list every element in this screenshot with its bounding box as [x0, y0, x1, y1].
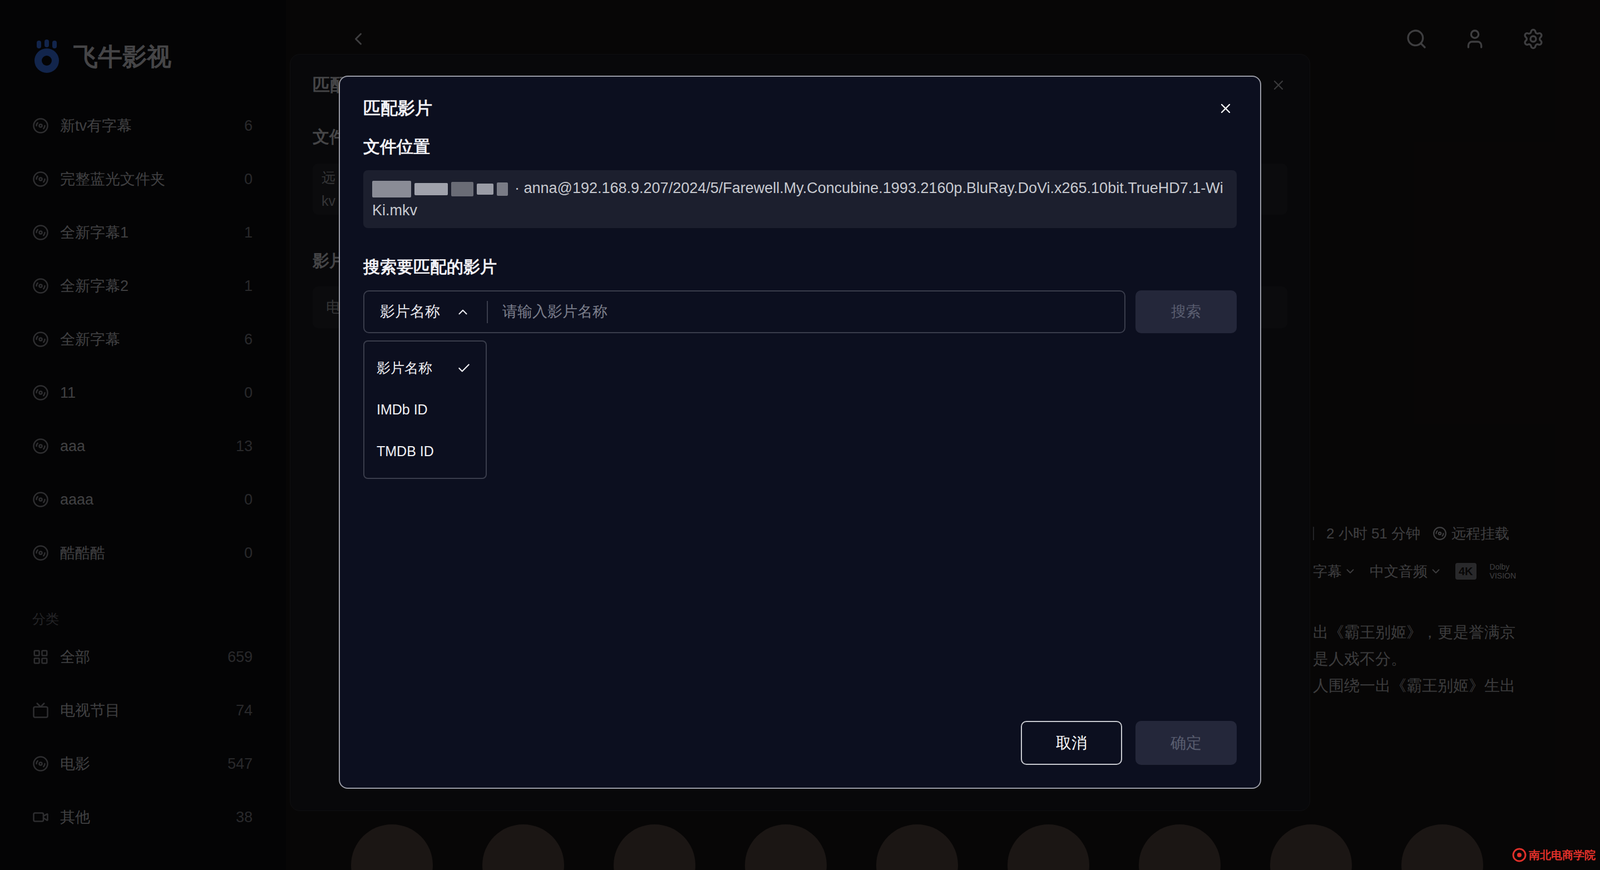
check-icon — [456, 361, 472, 376]
cancel-button[interactable]: 取消 — [1020, 721, 1123, 765]
confirm-button[interactable]: 确定 — [1135, 721, 1237, 765]
search-row: 影片名称请输入影片名称影片名称IMDb IDTMDB ID搜索 — [363, 290, 1237, 334]
app: 飞牛影视新tv有字幕6完整蓝光文件夹0全新字幕11全新字幕21全新字幕6110a… — [0, 0, 1600, 870]
menu-item[interactable]: IMDb ID — [364, 388, 486, 431]
search-type-select[interactable]: 影片名称 — [364, 291, 487, 333]
file-path-box: · anna@192.168.9.207/2024/5/Farewell.My.… — [363, 170, 1237, 229]
dialog-footer: 取消确定 — [363, 721, 1237, 765]
search-input[interactable]: 请输入影片名称 — [487, 300, 1125, 324]
dialog-title: 匹配影片 — [363, 95, 433, 122]
search-field: 影片名称请输入影片名称影片名称IMDb IDTMDB ID — [363, 290, 1126, 334]
watermark-icon — [1512, 847, 1527, 863]
search-button[interactable]: 搜索 — [1135, 290, 1237, 334]
blurred-prefix — [372, 180, 508, 198]
watermark: 南北电商学院 — [1512, 846, 1596, 864]
menu-item[interactable]: 影片名称 — [364, 347, 486, 389]
match-dialog: 匹配影片文件位置 · anna@192.168.9.207/2024/5/Fare… — [338, 75, 1262, 789]
search-type-menu: 影片名称IMDb IDTMDB ID — [363, 340, 487, 479]
file-section-title: 文件位置 — [363, 136, 1237, 157]
chevron-up-icon — [455, 304, 471, 320]
search-section-title: 搜索要匹配的影片 — [363, 257, 1237, 278]
close-icon[interactable] — [1217, 100, 1234, 117]
field-divider — [486, 300, 488, 324]
menu-item[interactable]: TMDB ID — [364, 430, 486, 473]
